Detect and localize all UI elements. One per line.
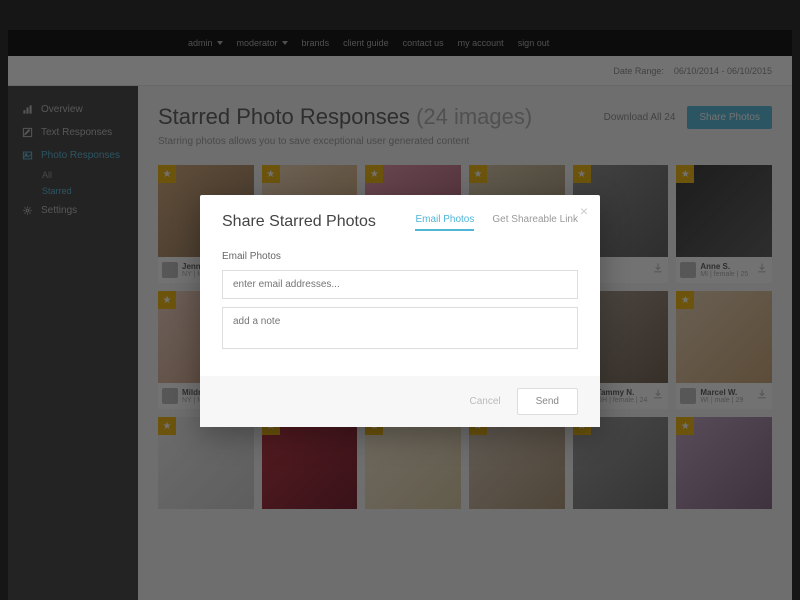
send-button[interactable]: Send (517, 388, 578, 415)
email-section-label: Email Photos (222, 251, 578, 262)
modal-body: Email Photos (200, 241, 600, 376)
note-input[interactable] (222, 307, 578, 349)
modal-header: Share Starred Photos Email Photos Get Sh… (200, 195, 600, 241)
tab-shareable-link[interactable]: Get Shareable Link (492, 214, 578, 231)
modal-title: Share Starred Photos (222, 213, 376, 231)
modal-tabs: Email Photos Get Shareable Link (415, 214, 578, 231)
email-input[interactable] (222, 270, 578, 299)
cancel-button[interactable]: Cancel (470, 396, 501, 407)
share-modal: × Share Starred Photos Email Photos Get … (200, 195, 600, 427)
tab-email-photos[interactable]: Email Photos (415, 214, 474, 231)
modal-footer: Cancel Send (200, 376, 600, 427)
